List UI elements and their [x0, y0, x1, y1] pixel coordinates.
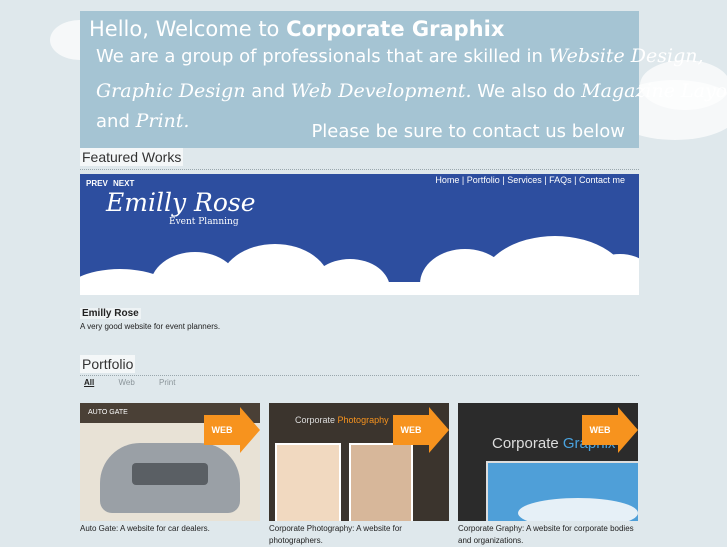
welcome-banner: Hello, Welcome to Corporate Graphix We a…	[80, 11, 727, 148]
welcome-greeting: Hello, Welcome to	[89, 17, 280, 41]
sky-cloud	[518, 498, 638, 521]
thumb-title-a: Corporate	[492, 435, 559, 452]
intro-service-graphic-design: Graphic Design	[96, 80, 246, 102]
slide-menu-contact[interactable]: Contact me	[579, 175, 625, 185]
featured-description: A very good website for event planners.	[80, 322, 221, 331]
web-badge-label: WEB	[393, 415, 429, 445]
web-badge: WEB	[204, 407, 260, 453]
portfolio-filters: All Web Print	[84, 378, 197, 387]
filter-web[interactable]: Web	[118, 378, 134, 387]
web-badge-label: WEB	[582, 415, 618, 445]
portfolio-item-corporate-photography[interactable]: Corporate Photography WEB	[269, 403, 449, 521]
menu-separator: |	[461, 175, 465, 185]
portfolio-caption: Corporate Photography: A website for pho…	[269, 524, 402, 545]
web-badge-arrow	[240, 407, 260, 453]
slide-brand-tagline: Event Planning	[169, 217, 239, 227]
slider-nav: PREV NEXT	[86, 179, 137, 188]
intro-service-magazine-layouts: Magazine Layouts	[581, 80, 727, 102]
divider	[80, 375, 639, 376]
menu-separator: |	[544, 175, 547, 185]
web-badge: WEB	[393, 407, 449, 453]
slide-menu-faqs[interactable]: FAQs	[549, 175, 572, 185]
menu-separator: |	[502, 175, 505, 185]
thumb-title-b: Photography	[337, 415, 389, 425]
divider	[80, 169, 639, 170]
intro-line-1: We are a group of professionals that are…	[96, 45, 704, 67]
thumb-title: Corporate Photography	[295, 415, 389, 425]
thumb-title-a: Corporate	[295, 415, 336, 425]
menu-separator: |	[574, 175, 577, 185]
portfolio-caption: Corporate Graphy: A website for corporat…	[458, 524, 634, 545]
featured-title: Emilly Rose	[80, 308, 141, 319]
company-name: Corporate Graphix	[286, 17, 505, 41]
intro-service-web-development: Web Development.	[290, 80, 472, 102]
portfolio-item-auto-gate[interactable]: AUTO GATE WEB	[80, 403, 260, 521]
slide-menu-services[interactable]: Services	[507, 175, 542, 185]
intro-text: We also do	[477, 81, 576, 102]
web-badge-label: WEB	[204, 415, 240, 445]
filter-print[interactable]: Print	[159, 378, 175, 387]
car-grille	[132, 463, 208, 485]
next-button[interactable]: NEXT	[113, 179, 134, 188]
slide-brand-logo: Emilly Rose	[106, 188, 256, 217]
slide-menu-home[interactable]: Home	[435, 175, 459, 185]
web-badge-arrow	[429, 407, 449, 453]
intro-text: We are a group of professionals that are…	[96, 46, 543, 67]
web-badge: WEB	[582, 407, 638, 453]
intro-text: and	[251, 81, 286, 102]
welcome-heading: Hello, Welcome to Corporate Graphix	[89, 17, 504, 41]
portfolio-caption: Auto Gate: A website for car dealers.	[80, 524, 210, 533]
portfolio-heading: Portfolio	[80, 355, 136, 373]
slide-cloud-base	[80, 282, 639, 295]
thumb-title: AUTO GATE	[88, 409, 128, 416]
intro-service-print: Print.	[135, 110, 190, 132]
photo-woman	[275, 443, 341, 521]
slide-menu: Home | Portfolio | Services | FAQs | Con…	[435, 175, 625, 185]
contact-call-to-action: Please be sure to contact us below	[311, 121, 625, 142]
intro-text: and	[96, 111, 130, 132]
filter-all[interactable]: All	[84, 378, 94, 387]
portfolio-item-corporate-graphix[interactable]: Corporate Graphix WEB	[458, 403, 638, 521]
intro-line-3: and Print.	[96, 110, 189, 132]
featured-slider[interactable]: PREV NEXT Home | Portfolio | Services | …	[80, 174, 639, 295]
slide-menu-portfolio[interactable]: Portfolio	[467, 175, 500, 185]
prev-button[interactable]: PREV	[86, 179, 108, 188]
photo-man	[349, 443, 413, 521]
intro-service-website-design: Website Design,	[548, 45, 704, 67]
intro-line-2: Graphic Design and Web Development. We a…	[96, 80, 727, 102]
web-badge-arrow	[618, 407, 638, 453]
featured-works-heading: Featured Works	[80, 148, 184, 166]
